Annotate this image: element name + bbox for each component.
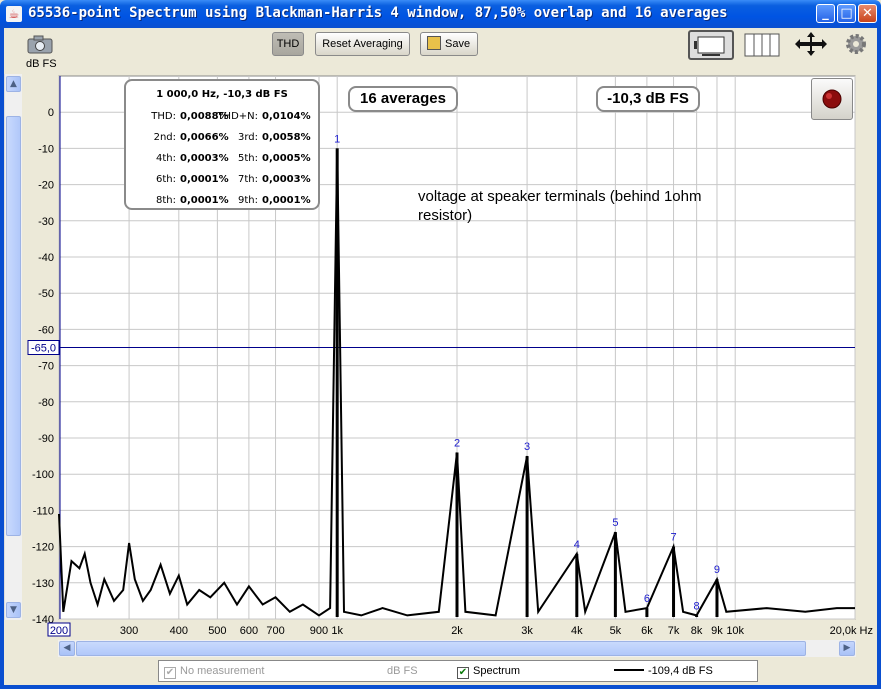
x-tick-label: 600	[240, 625, 258, 637]
thd-row-value: 0,0001%	[180, 195, 229, 206]
legend-spectrum-value: -109,4 dB FS	[614, 665, 713, 677]
thd-box: 1 000,0 Hz, -10,3 dB FS THD: 0,0088% THD+N…	[124, 79, 320, 210]
harmonic-label: 4	[574, 539, 580, 551]
x-tick-label: 500	[208, 625, 226, 637]
thd-row-label: 2nd:	[153, 132, 176, 143]
legend-bar: ✔ No measurement dB FS ✔ Spectrum -109,4 d…	[158, 660, 758, 682]
x-tick-label: 400	[170, 625, 188, 637]
level-badge: -10,3 dB FS	[596, 86, 700, 112]
y-tick-label: -100	[32, 469, 54, 481]
y-tick-label: -80	[38, 397, 54, 409]
y-tick-label: -120	[32, 542, 54, 554]
harmonic-label: 5	[612, 517, 618, 529]
harmonic-label: 9	[714, 564, 720, 576]
harmonic-label: 7	[670, 532, 676, 544]
legend-item2-label: Spectrum	[473, 665, 521, 677]
thd-row-label: THD+N:	[217, 111, 258, 122]
thd-row: 2nd: 0,0066% 3rd: 0,0058%	[126, 132, 318, 146]
scroll-right-icon[interactable]: ▶	[839, 641, 855, 656]
harmonic-label: 8	[694, 600, 700, 612]
thd-row-label: 6th:	[156, 174, 176, 185]
y-tick-label: -90	[38, 433, 54, 445]
thd-row-label: 3rd:	[237, 132, 258, 143]
record-icon	[822, 89, 842, 109]
x-tick-label: 7k	[668, 625, 680, 637]
x-tick-label: 200	[50, 625, 68, 637]
y-tick-label: 0	[48, 107, 54, 119]
thd-row-label: 4th:	[156, 153, 176, 164]
legend-no-measurement[interactable]: ✔ No measurement	[164, 665, 264, 679]
thd-row-value: 0,0003%	[262, 174, 311, 185]
thd-row-value: 0,0001%	[262, 195, 311, 206]
thd-row-label: 9th:	[238, 195, 258, 206]
cursor-label: -65,0	[31, 343, 56, 355]
horizontal-scrollbar[interactable]: ◀ ▶	[58, 640, 856, 657]
level-label: -10,3 dB FS	[607, 90, 689, 107]
thd-row-value: 0,0104%	[262, 111, 311, 122]
thd-row-label: 7th:	[238, 174, 258, 185]
x-tick-label: 20,0k Hz	[830, 625, 873, 637]
thd-row-label: THD:	[151, 111, 176, 122]
x-tick-label: 3k	[521, 625, 533, 637]
thd-row-value: 0,0066%	[180, 132, 229, 143]
x-tick-label: 9k	[711, 625, 723, 637]
annotation-text: voltage at speaker terminals (behind 1oh…	[418, 187, 702, 225]
checkbox-checked-icon[interactable]: ✔	[164, 667, 176, 679]
record-button[interactable]	[811, 78, 853, 120]
legend-item1-label: No measurement	[180, 665, 265, 677]
harmonic-label: 3	[524, 441, 530, 453]
x-tick-label: 6k	[641, 625, 653, 637]
annotation-line-1: voltage at speaker terminals (behind 1oh…	[418, 188, 702, 205]
averages-label: 16 averages	[360, 90, 446, 107]
thd-row-value: 0,0001%	[180, 174, 229, 185]
x-tick-label: 300	[120, 625, 138, 637]
checkbox-checked-icon[interactable]: ✔	[457, 667, 469, 679]
y-tick-label: -30	[38, 216, 54, 228]
legend-line-swatch	[614, 669, 644, 671]
x-tick-label: 8k	[691, 625, 703, 637]
thd-row: 8th: 0,0001% 9th: 0,0001%	[126, 195, 318, 209]
thd-header: 1 000,0 Hz, -10,3 dB FS	[156, 89, 288, 100]
thd-row: 4th: 0,0003% 5th: 0,0005%	[126, 153, 318, 167]
y-tick-label: -40	[38, 252, 54, 264]
thd-row-value: 0,0058%	[262, 132, 311, 143]
harmonic-label: 2	[454, 437, 460, 449]
y-tick-label: -20	[38, 180, 54, 192]
x-tick-label: 2k	[451, 625, 463, 637]
x-tick-label: 5k	[610, 625, 622, 637]
horizontal-scroll-thumb[interactable]	[76, 641, 806, 656]
y-tick-label: -50	[38, 288, 54, 300]
y-tick-label: -70	[38, 361, 54, 373]
thd-row-value: 0,0003%	[180, 153, 229, 164]
x-tick-label: 900	[310, 625, 328, 637]
y-tick-label: -110	[33, 505, 54, 517]
harmonic-label: 6	[644, 593, 650, 605]
y-tick-label: -10	[38, 143, 54, 155]
scroll-left-icon[interactable]: ◀	[59, 641, 75, 656]
x-tick-label: 10k	[726, 625, 744, 637]
thd-row-value: 0,0005%	[262, 153, 311, 164]
legend-item1-unit: dB FS	[387, 665, 418, 677]
thd-row: THD: 0,0088% THD+N: 0,0104%	[126, 111, 318, 125]
x-tick-label: 1k	[331, 625, 343, 637]
harmonic-label: 1	[334, 133, 340, 145]
legend-spectrum[interactable]: ✔ Spectrum	[457, 665, 520, 679]
x-tick-label: 4k	[571, 625, 583, 637]
y-tick-label: -130	[32, 578, 54, 590]
averages-badge: 16 averages	[348, 86, 458, 112]
y-tick-label: -60	[38, 324, 54, 336]
thd-row: 6th: 0,0001% 7th: 0,0003%	[126, 174, 318, 188]
legend-item2-value: -109,4 dB FS	[648, 665, 713, 677]
annotation-line-2: resistor)	[418, 207, 473, 224]
thd-row-label: 5th:	[238, 153, 258, 164]
thd-row-label: 8th:	[156, 195, 176, 206]
x-tick-label: 700	[266, 625, 284, 637]
